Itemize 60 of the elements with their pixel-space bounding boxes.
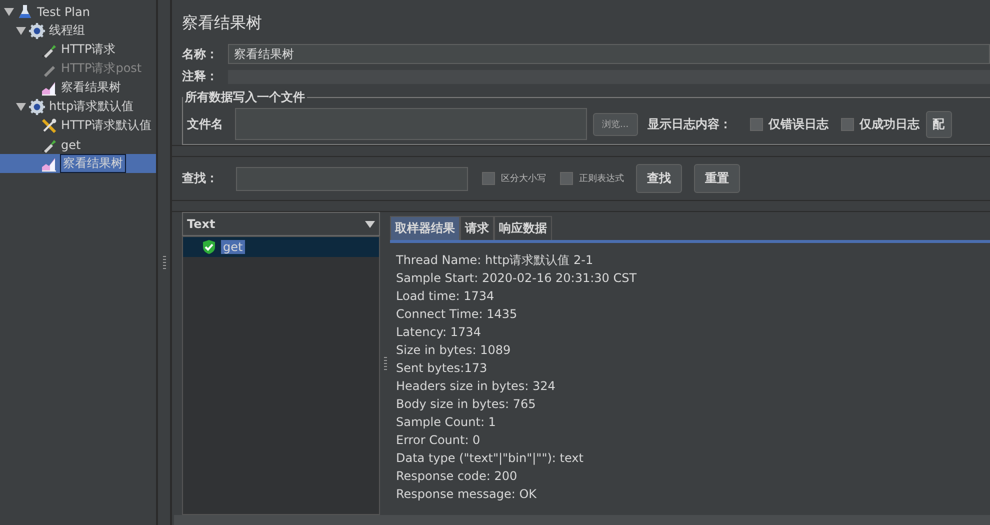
result-text: Latency: 1734	[396, 324, 482, 341]
checkbox[interactable]	[482, 172, 495, 185]
result-item[interactable]: get	[183, 237, 379, 257]
result-text: Connect Time: 1435	[396, 306, 518, 323]
checkbox-label: 正则表达式	[579, 172, 624, 185]
tab[interactable]: 响应数据	[494, 216, 552, 240]
tree-item[interactable]: get	[0, 135, 156, 154]
field-label: 查找：	[182, 170, 219, 187]
result-text: Error Count: 0	[396, 432, 482, 449]
result-text: Sent bytes:173	[396, 360, 488, 377]
success-shield-icon	[201, 239, 217, 255]
tree-item[interactable]: http请求默认值	[0, 97, 156, 116]
result-text: Response code: 200	[396, 468, 518, 485]
grip-icon	[162, 256, 166, 270]
checkbox[interactable]	[560, 172, 573, 185]
result-text: Body size in bytes: 765	[396, 396, 537, 413]
chart-icon	[41, 80, 57, 96]
search-field[interactable]	[236, 166, 468, 190]
chart-icon	[41, 156, 57, 172]
browse-button[interactable]: 浏览...	[593, 112, 638, 136]
result-text: Data type ("text"|"bin"|""): text	[396, 450, 584, 467]
flask-icon	[17, 4, 33, 20]
field-label: 文件名	[187, 116, 223, 132]
tree-item[interactable]: HTTP请求默认值	[0, 116, 156, 135]
scrollbar[interactable]	[174, 515, 990, 525]
configure-button[interactable]: 配	[926, 110, 952, 138]
tree-item[interactable]: 察看结果树	[0, 78, 156, 97]
splitter-handle[interactable]	[172, 145, 990, 157]
result-text: Response message: OK	[396, 486, 538, 503]
result-text: Size in bytes: 1089	[396, 342, 512, 359]
tab[interactable]: 请求	[460, 216, 494, 240]
tree-item[interactable]: Test Plan	[0, 2, 156, 21]
gear-icon	[29, 98, 45, 114]
panel-title: 察看结果树	[182, 12, 263, 34]
result-text: Sample Start: 2020-02-16 20:31:30 CST	[396, 270, 638, 287]
wrench-icon	[41, 118, 57, 134]
checkbox[interactable]	[750, 118, 763, 130]
field-label: 名称：	[182, 46, 219, 62]
result-text: Headers size in bytes: 324	[396, 378, 556, 395]
tree-item[interactable]: HTTP请求	[0, 40, 156, 59]
result-text: Sample Count: 1	[396, 414, 497, 431]
tree-item[interactable]: 线程组	[0, 21, 156, 40]
checkbox-label: 区分大小写	[501, 172, 546, 185]
caret-icon	[365, 220, 375, 228]
action-button[interactable]: 重置	[694, 164, 740, 193]
field-label: 显示日志内容：	[648, 116, 732, 132]
result-text: Load time: 1734	[396, 288, 496, 305]
checkbox[interactable]	[840, 118, 854, 130]
name-field[interactable]: 察看结果树	[228, 44, 990, 64]
checkbox-label: 仅成功日志	[860, 116, 920, 132]
checkbox-label: 仅错误日志	[768, 116, 829, 132]
field-label: 注释：	[182, 68, 219, 85]
group-title: 所有数据写入一个文件	[184, 89, 306, 106]
splitter-handle[interactable]	[172, 200, 990, 212]
result-text: Thread Name: http请求默认值 2-1	[396, 252, 594, 269]
renderer-dropdown[interactable]: Text	[182, 212, 380, 236]
tab[interactable]: 取样器结果	[390, 216, 460, 240]
file-name-field[interactable]	[235, 108, 587, 140]
action-button[interactable]: 查找	[636, 164, 682, 193]
gear-icon	[29, 22, 45, 38]
